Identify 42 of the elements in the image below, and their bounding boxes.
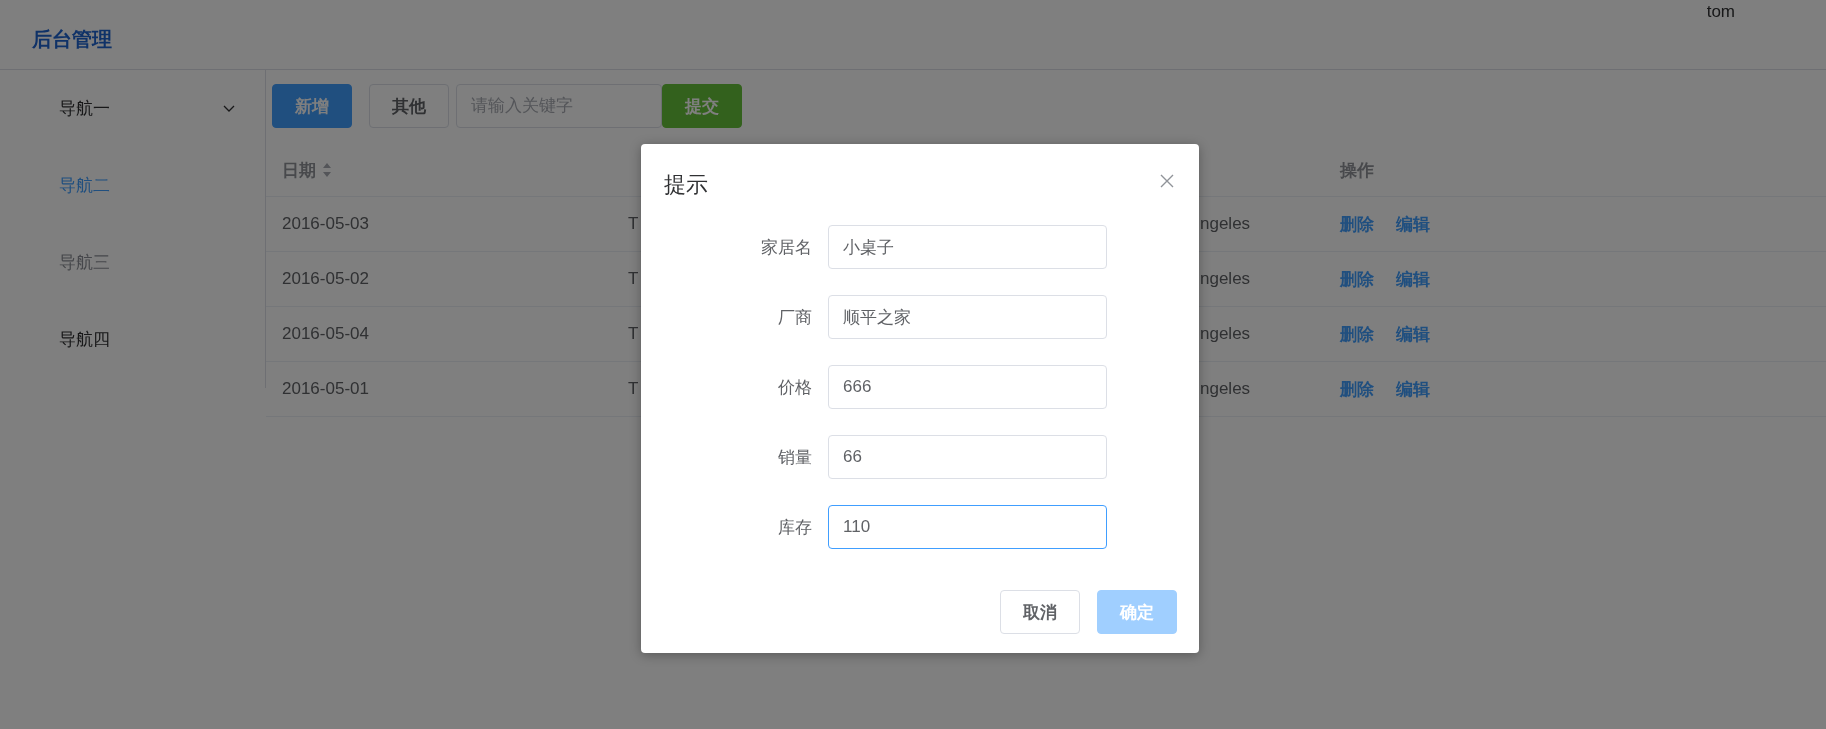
sort-icon[interactable] <box>322 162 332 178</box>
field-label: 厂商 <box>777 306 813 329</box>
nav-item[interactable]: 导航一 <box>0 70 265 147</box>
input-field[interactable]: 顺平之家 <box>828 295 1107 339</box>
submit-button[interactable]: 提交 <box>662 84 742 128</box>
table-cell: 2016-05-02 <box>282 269 369 289</box>
field-label: 库存 <box>777 516 813 539</box>
table-cell: ngeles <box>1200 269 1251 289</box>
user-name[interactable]: tom <box>1706 2 1735 22</box>
toolbar-button[interactable]: 其他 <box>369 84 449 128</box>
row-action-link[interactable]: 编辑 <box>1396 322 1430 346</box>
dialog-title: 提示 <box>664 171 708 199</box>
nav-item[interactable]: 导航二 <box>0 147 265 224</box>
input-field[interactable]: 66 <box>828 435 1107 479</box>
field-label: 销量 <box>777 446 813 469</box>
row-action-link[interactable]: 删除 <box>1340 377 1374 401</box>
input-field[interactable]: 666 <box>828 365 1107 409</box>
table-cell: T <box>628 324 639 344</box>
nav-item[interactable]: 导航四 <box>0 301 265 378</box>
toolbar-button[interactable]: 新增 <box>272 84 352 128</box>
row-action-link[interactable]: 删除 <box>1340 322 1374 346</box>
row-action-link[interactable]: 删除 <box>1340 267 1374 291</box>
table-cell: 2016-05-04 <box>282 324 369 344</box>
table-cell: 2016-05-01 <box>282 379 369 399</box>
table-cell: T <box>628 269 639 289</box>
table-cell: T <box>628 214 639 234</box>
input-field[interactable]: 110 <box>828 505 1107 549</box>
row-action-link[interactable]: 编辑 <box>1396 212 1430 236</box>
row-action-link[interactable]: 编辑 <box>1396 377 1430 401</box>
table-cell: T <box>628 379 639 399</box>
app-title: 后台管理 <box>32 27 112 52</box>
row-action-link[interactable]: 删除 <box>1340 212 1374 236</box>
close-icon[interactable] <box>1160 174 1174 188</box>
dialog-button[interactable]: 取消 <box>1000 590 1080 634</box>
table-cell: ngeles <box>1200 324 1251 344</box>
field-label: 价格 <box>777 376 813 399</box>
table-cell: 2016-05-03 <box>282 214 369 234</box>
row-action-link[interactable]: 编辑 <box>1396 267 1430 291</box>
field-label: 家居名 <box>760 236 813 259</box>
table-cell: ngeles <box>1200 379 1251 399</box>
input-field[interactable]: 小桌子 <box>828 225 1107 269</box>
table-cell: ngeles <box>1200 214 1251 234</box>
